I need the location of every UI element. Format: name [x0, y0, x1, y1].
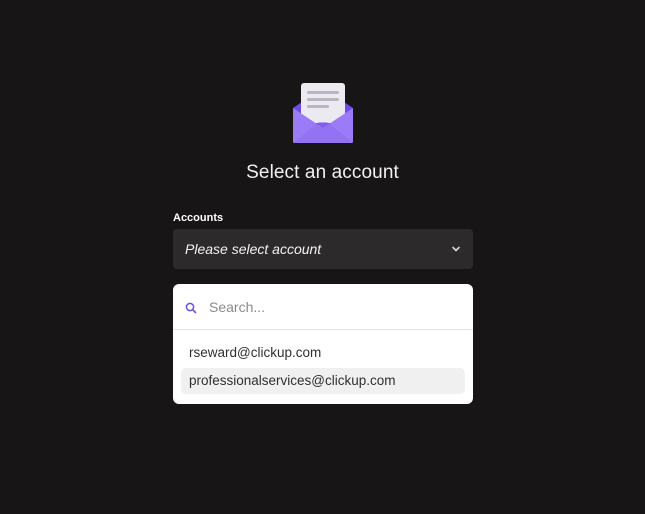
account-select[interactable]: Please select account	[173, 229, 473, 269]
account-selection-page: Select an account Accounts Please select…	[0, 0, 645, 514]
chevron-down-icon	[452, 246, 460, 252]
search-row	[173, 284, 473, 330]
account-select-value: Please select account	[185, 241, 322, 257]
search-input[interactable]	[209, 295, 459, 319]
page-title: Select an account	[246, 162, 399, 183]
account-dropdown: rseward@clickup.com professionalservices…	[173, 284, 473, 404]
search-icon	[185, 302, 197, 314]
account-option-professionalservices[interactable]: professionalservices@clickup.com	[181, 368, 465, 394]
accounts-label: Accounts	[173, 212, 224, 224]
open-envelope-icon	[293, 83, 353, 143]
account-option-rseward[interactable]: rseward@clickup.com	[181, 340, 465, 366]
